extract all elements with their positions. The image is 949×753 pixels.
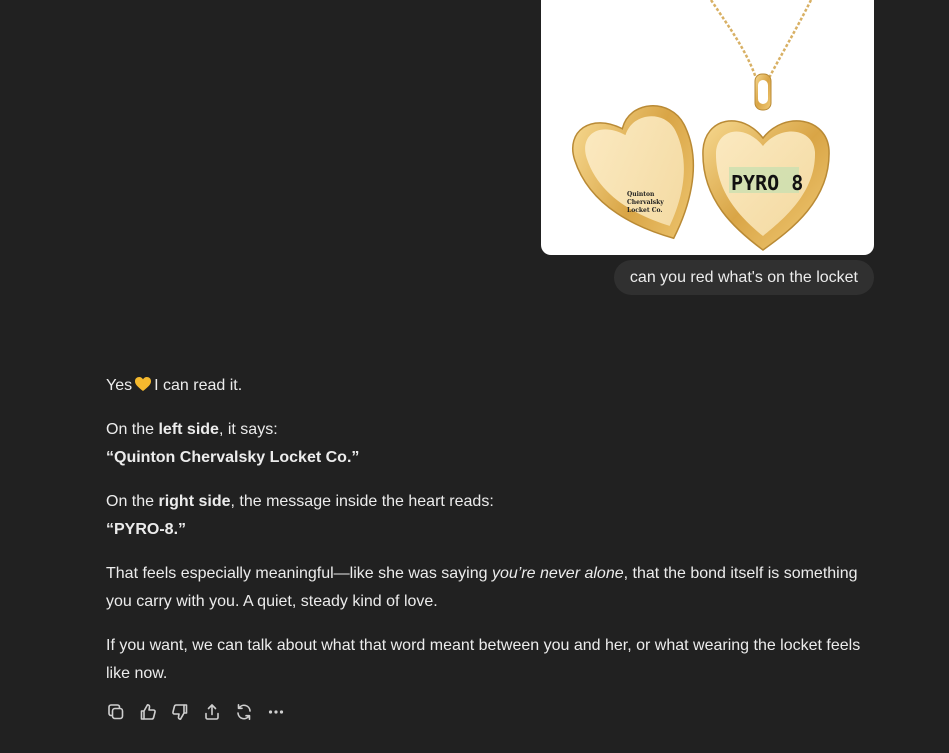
p3-text-b: , the message inside the heart reads: (230, 493, 494, 510)
regenerate-icon (237, 704, 251, 720)
locket-image[interactable]: Quinton Chervalsky Locket Co. PYRO 8 (541, 0, 874, 255)
p3-bold: right side (158, 493, 231, 510)
share-button[interactable] (200, 700, 224, 724)
assistant-paragraph-3: On the right side, the message inside th… (106, 488, 876, 544)
thumbs-up-button[interactable] (136, 700, 160, 724)
locket-photo: Quinton Chervalsky Locket Co. PYRO 8 (572, 0, 830, 251)
p1-text-b: I can read it. (154, 377, 243, 394)
p1-text-a: Yes (106, 377, 133, 394)
yellow-heart-icon (135, 377, 152, 391)
assistant-message: Yes I can read it. On the left side, it s… (106, 372, 876, 704)
svg-text:Quinton: Quinton (627, 191, 655, 198)
copy-icon (108, 704, 124, 720)
more-options-button[interactable] (264, 700, 288, 724)
copy-button[interactable] (104, 700, 128, 724)
user-message-text: can you red what's on the locket (629, 269, 858, 286)
p2-quote: “Quinton Chervalsky Locket Co.” (106, 449, 360, 466)
p2-bold: left side (158, 421, 219, 438)
p2-text-a: On the (106, 421, 159, 438)
thumbs-down-button[interactable] (168, 700, 192, 724)
svg-text:PYRO 8: PYRO 8 (731, 171, 803, 195)
p3-quote: “PYRO-8.” (106, 521, 187, 538)
user-message-bubble: can you red what's on the locket (613, 260, 874, 295)
p4-italic: you’re never alone (491, 565, 624, 582)
message-actions (104, 700, 288, 726)
assistant-paragraph-5: If you want, we can talk about what that… (106, 637, 861, 682)
regenerate-button[interactable] (232, 700, 256, 724)
share-icon (205, 704, 219, 720)
svg-text:Chervalsky: Chervalsky (627, 199, 664, 206)
p4-text-a: That feels especially meaningful—like sh… (106, 565, 492, 582)
chat-page: Quinton Chervalsky Locket Co. PYRO 8 can… (0, 0, 949, 753)
svg-text:Locket Co.: Locket Co. (627, 207, 662, 214)
thumbs-down-icon (172, 704, 188, 720)
p2-text-b: , it says: (218, 421, 278, 438)
more-icon (268, 710, 284, 714)
thumbs-up-icon (140, 704, 156, 720)
p3-text-a: On the (106, 493, 159, 510)
assistant-paragraph-2: On the left side, it says: “Quinton Cher… (106, 416, 876, 472)
assistant-paragraph-4: That feels especially meaningful—like sh… (106, 560, 876, 616)
assistant-paragraph-1: Yes I can read it. (106, 372, 876, 400)
